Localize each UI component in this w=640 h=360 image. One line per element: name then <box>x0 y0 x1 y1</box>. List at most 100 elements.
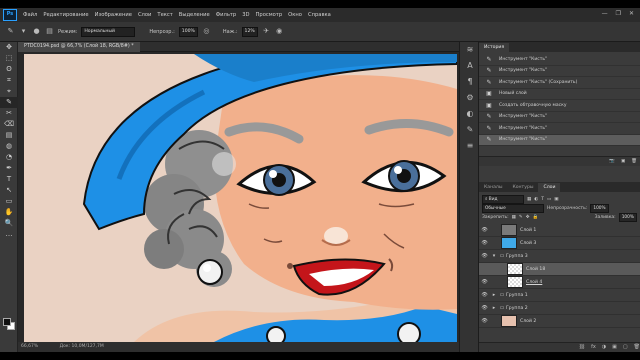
visibility-eye-icon[interactable]: 👁 <box>479 240 490 246</box>
new-group-icon[interactable]: ▣ <box>612 343 617 352</box>
menu-view[interactable]: Просмотр <box>256 12 283 18</box>
visibility-eye-icon[interactable]: 👁 <box>479 227 490 233</box>
chevron-down-icon[interactable]: ▾ <box>490 253 498 259</box>
path-select-tool-icon[interactable]: ↖ <box>0 185 18 196</box>
mode-select[interactable]: Нормальный <box>81 26 136 37</box>
tab-paths[interactable]: Контуры <box>507 183 538 192</box>
visibility-eye-icon[interactable]: 👁 <box>479 305 490 311</box>
lasso-tool-icon[interactable]: ʘ <box>0 64 18 75</box>
more-tools-icon[interactable]: … <box>0 229 18 240</box>
pressure-opacity-icon[interactable]: ◎ <box>202 27 211 36</box>
menu-text[interactable]: Текст <box>157 12 172 18</box>
pen-tool-icon[interactable]: ✒ <box>0 163 18 174</box>
chevron-right-icon[interactable]: ▸ <box>490 292 498 298</box>
opacity-field[interactable]: 100% <box>178 26 198 37</box>
move-tool-icon[interactable]: ✥ <box>0 42 18 53</box>
new-layer-icon[interactable]: ▢ <box>623 343 628 352</box>
menu-edit[interactable]: Редактирование <box>43 12 88 18</box>
trash-icon[interactable]: 🗑 <box>634 343 640 352</box>
zoom-readout[interactable]: 66,67% <box>21 344 38 349</box>
fill-field[interactable]: 100% <box>618 213 637 222</box>
canvas[interactable] <box>24 54 457 342</box>
history-item[interactable]: ✎ Инструмент "Кисть" <box>479 54 640 66</box>
brush-tool-icon[interactable]: ✎ <box>6 27 15 36</box>
blend-mode-select[interactable]: Обычные <box>482 204 544 213</box>
panel-brush-icon[interactable]: ✎ <box>460 122 480 138</box>
layer-row[interactable]: 👁 Слой 2 <box>479 315 640 328</box>
history-item[interactable]: ▣ Новый слой <box>479 89 640 100</box>
menu-select[interactable]: Выделение <box>179 12 210 18</box>
trash-icon[interactable]: 🗑 <box>631 159 637 164</box>
layer-row[interactable]: 👁 Слой 4 <box>479 276 640 289</box>
brush-panel-icon[interactable]: ▤ <box>45 27 54 36</box>
close-icon[interactable]: ✕ <box>629 10 634 17</box>
gradient-tool-icon[interactable]: ▤ <box>0 130 18 141</box>
menu-3d[interactable]: 3D <box>242 12 249 18</box>
history-item[interactable]: ✎ Инструмент "Кисть" (Сохранить) <box>479 77 640 89</box>
foreground-color-swatch[interactable] <box>3 318 11 326</box>
menu-help[interactable]: Справка <box>308 12 331 18</box>
chevron-down-icon[interactable]: ▾ <box>19 27 28 36</box>
history-item[interactable]: ▣ Создать обтравочную маску <box>479 100 640 112</box>
group-row[interactable]: 👁 ▸ ▭ Группа 2 <box>479 302 640 315</box>
brush-preset-icon[interactable]: ● <box>32 27 41 36</box>
pressure-field[interactable]: 12% <box>241 26 258 37</box>
lock-move-icon[interactable]: ✥ <box>526 215 530 220</box>
history-item[interactable]: ✎ Инструмент "Кисть" <box>479 66 640 77</box>
marquee-tool-icon[interactable]: ⬚ <box>0 53 18 64</box>
crop-tool-icon[interactable]: ⌗ <box>0 75 18 86</box>
filter-shape-icon[interactable]: ▭ <box>547 197 551 202</box>
history-item[interactable]: ✎ Инструмент "Кисть" <box>479 112 640 123</box>
panel-paragraph-icon[interactable]: ¶ <box>460 74 480 90</box>
panel-adjustments-icon[interactable]: ◐ <box>460 106 480 122</box>
tab-channels[interactable]: Каналы <box>479 183 507 192</box>
group-row[interactable]: 👁 ▸ ▭ Группа 1 <box>479 289 640 302</box>
chevron-right-icon[interactable]: ▸ <box>490 305 498 311</box>
visibility-eye-icon[interactable]: 👁 <box>479 253 490 259</box>
airbrush-icon[interactable]: ✈ <box>262 27 271 36</box>
menu-file[interactable]: Файл <box>23 12 37 18</box>
hand-tool-icon[interactable]: ✋ <box>0 207 18 218</box>
visibility-eye-icon[interactable]: 👁 <box>479 279 490 285</box>
tab-history[interactable]: История <box>479 43 510 52</box>
panel-properties-icon[interactable]: ⚙ <box>460 90 480 106</box>
panel-swatches-icon[interactable]: ≋ <box>460 42 480 58</box>
filter-pixel-icon[interactable]: ▦ <box>527 197 531 202</box>
filter-adjust-icon[interactable]: ◐ <box>534 197 538 202</box>
tab-layers[interactable]: Слои <box>538 183 561 192</box>
menu-image[interactable]: Изображение <box>95 12 132 18</box>
shape-tool-icon[interactable]: ▭ <box>0 196 18 207</box>
lock-paint-icon[interactable]: ✎ <box>519 215 523 220</box>
adjustment-layer-icon[interactable]: ◑ <box>602 343 606 352</box>
lock-all-icon[interactable]: 🔒 <box>532 215 538 220</box>
brush-tool-icon[interactable]: ✎ <box>0 97 18 108</box>
menu-window[interactable]: Окно <box>288 12 302 18</box>
panel-character-icon[interactable]: A <box>460 58 480 74</box>
new-document-icon[interactable]: ▣ <box>621 159 625 164</box>
layer-kind-filter[interactable]: ⌕ Вид <box>482 195 524 204</box>
blur-tool-icon[interactable]: ◍ <box>0 141 18 152</box>
group-row[interactable]: 👁 ▾ ▭ Группа 3 <box>479 250 640 263</box>
panel-styles-icon[interactable]: ≡ <box>460 138 480 154</box>
layer-opacity-field[interactable]: 100% <box>590 204 609 213</box>
filter-type-icon[interactable]: T <box>541 197 544 202</box>
layer-row-selected[interactable]: Слой 18 <box>479 263 640 276</box>
link-layers-icon[interactable]: ⛓ <box>579 343 585 352</box>
restore-icon[interactable]: ❐ <box>616 10 621 17</box>
eraser-tool-icon[interactable]: ⌫ <box>0 119 18 130</box>
visibility-eye-icon[interactable]: 👁 <box>479 318 490 324</box>
snapshot-icon[interactable]: 📷 <box>609 159 615 164</box>
eyedropper-tool-icon[interactable]: ⌖ <box>0 86 18 97</box>
layer-style-icon[interactable]: fx <box>591 343 596 352</box>
layer-row[interactable]: 👁 Слой 3 <box>479 237 640 250</box>
zoom-tool-icon[interactable]: 🔍 <box>0 218 18 229</box>
menu-filter[interactable]: Фильтр <box>216 12 237 18</box>
visibility-eye-icon[interactable]: 👁 <box>479 292 490 298</box>
layer-row[interactable]: 👁 Слой 1 <box>479 224 640 237</box>
pressure-size-icon[interactable]: ◉ <box>275 27 284 36</box>
minimize-icon[interactable]: — <box>602 10 608 17</box>
type-tool-icon[interactable]: T <box>0 174 18 185</box>
menu-layers[interactable]: Слои <box>138 12 151 18</box>
dodge-tool-icon[interactable]: ◔ <box>0 152 18 163</box>
document-tab[interactable]: PTDC0194.psd @ 66,7% (Слой 18, RGB/8#) * <box>18 42 140 52</box>
